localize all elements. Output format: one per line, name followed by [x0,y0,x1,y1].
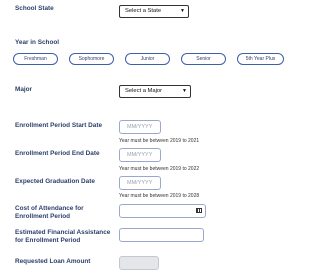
financial-assistance-input[interactable] [119,228,204,242]
year-option-senior[interactable]: Senior [181,53,226,65]
school-state-select[interactable]: Select a State ▼ [119,5,189,18]
enrollment-start-label: Enrollment Period Start Date [15,122,103,129]
enrollment-start-input[interactable]: MM/YYYY [119,120,161,134]
major-label: Major [15,86,33,93]
enrollment-end-label: Enrollment Period End Date [15,150,100,157]
requested-loan-input [119,256,159,270]
graduation-label: Expected Graduation Date [15,178,95,185]
year-option-sophomore[interactable]: Sophomore [69,53,114,65]
enrollment-start-hint: Year must be between 2019 to 2021 [119,138,200,144]
calculator-icon[interactable] [196,208,202,213]
year-option-freshman[interactable]: Freshman [13,53,58,65]
graduation-input[interactable]: MM/YYYY [119,176,161,190]
financial-assistance-label: Estimated Financial Assistance for Enrol… [15,229,111,244]
year-option-5th-year-plus[interactable]: 5th Year Plus [237,53,284,65]
enrollment-end-hint: Year must be between 2019 to 2022 [119,166,200,172]
year-in-school-label: Year in School [15,39,60,46]
chevron-down-icon: ▼ [182,88,187,94]
major-select[interactable]: Select a Major ▼ [119,85,191,98]
school-state-label: School State [15,5,54,12]
chevron-down-icon: ▼ [180,8,185,14]
major-value: Select a Major [125,88,163,94]
year-option-junior[interactable]: Junior [125,53,170,65]
school-state-value: Select a State [125,8,162,14]
graduation-hint: Year must be between 2019 to 2028 [119,193,200,199]
requested-loan-label: Requested Loan Amount [15,258,91,265]
cost-attendance-label: Cost of Attendance for Enrollment Period [15,205,84,220]
enrollment-end-input[interactable]: MM/YYYY [119,148,161,162]
cost-attendance-input[interactable] [119,204,206,218]
